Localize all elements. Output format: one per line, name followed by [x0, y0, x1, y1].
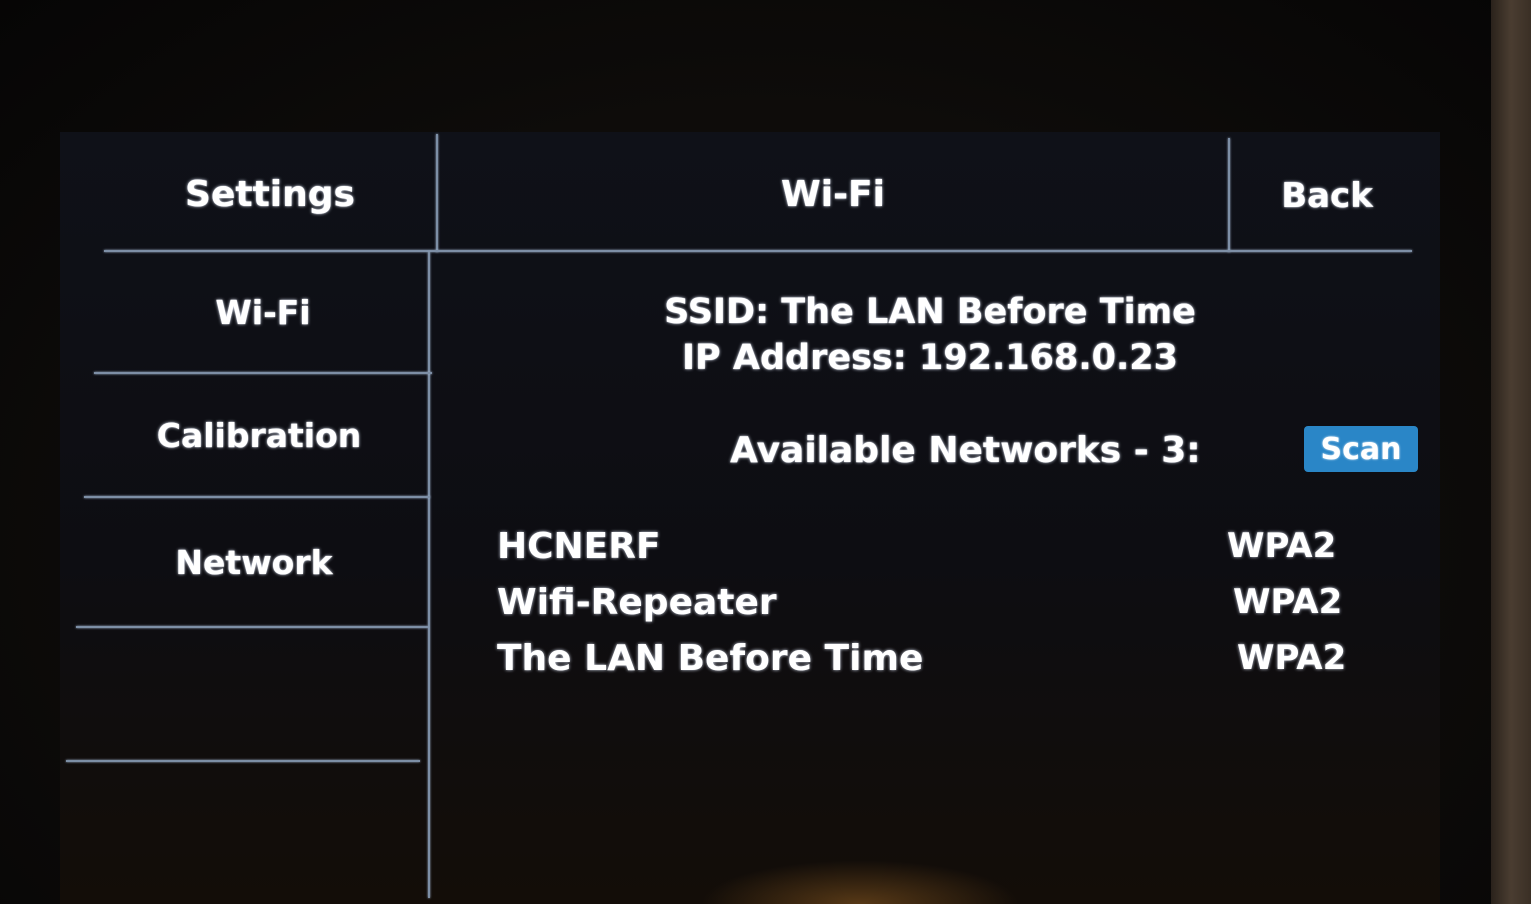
- ssid-text: SSID: The LAN Before Time: [664, 292, 1196, 332]
- back-button[interactable]: Back: [1232, 142, 1422, 250]
- network-row[interactable]: Wifi-Repeater WPA2: [497, 582, 1377, 634]
- header-divider-left: [436, 134, 438, 252]
- sidebar-separator-3: [76, 626, 428, 628]
- network-name: The LAN Before Time: [497, 638, 924, 679]
- sidebar-item-network[interactable]: Network: [84, 500, 424, 624]
- available-networks-heading: Available Networks - 3:: [730, 430, 1201, 471]
- background-surface: [1491, 0, 1531, 904]
- sidebar-item-wifi[interactable]: Wi-Fi: [100, 254, 426, 370]
- network-security: WPA2: [1237, 638, 1347, 678]
- sidebar-item-empty-2[interactable]: [66, 764, 420, 896]
- page-title: Wi-Fi: [781, 173, 885, 215]
- network-name: Wifi-Repeater: [497, 582, 777, 623]
- network-security: WPA2: [1227, 526, 1337, 566]
- sidebar-separator-4: [66, 760, 420, 762]
- sidebar-item-empty-1[interactable]: [76, 630, 424, 758]
- scan-button[interactable]: Scan: [1304, 426, 1418, 472]
- network-row[interactable]: HCNERF WPA2: [497, 526, 1377, 578]
- screen-glare: [700, 860, 1020, 904]
- sidebar-separator-2: [84, 496, 430, 498]
- sidebar-divider: [428, 252, 430, 898]
- sidebar-item-calibration[interactable]: Calibration: [92, 376, 426, 494]
- header-divider-right: [1228, 138, 1230, 252]
- ip-address-text: IP Address: 192.168.0.23: [682, 338, 1178, 378]
- network-name: HCNERF: [497, 526, 661, 567]
- settings-title: Settings: [185, 173, 355, 215]
- sidebar-separator-1: [94, 372, 432, 374]
- network-row[interactable]: The LAN Before Time WPA2: [497, 638, 1377, 690]
- network-security: WPA2: [1233, 582, 1343, 622]
- header-bottom-border: [104, 250, 1412, 252]
